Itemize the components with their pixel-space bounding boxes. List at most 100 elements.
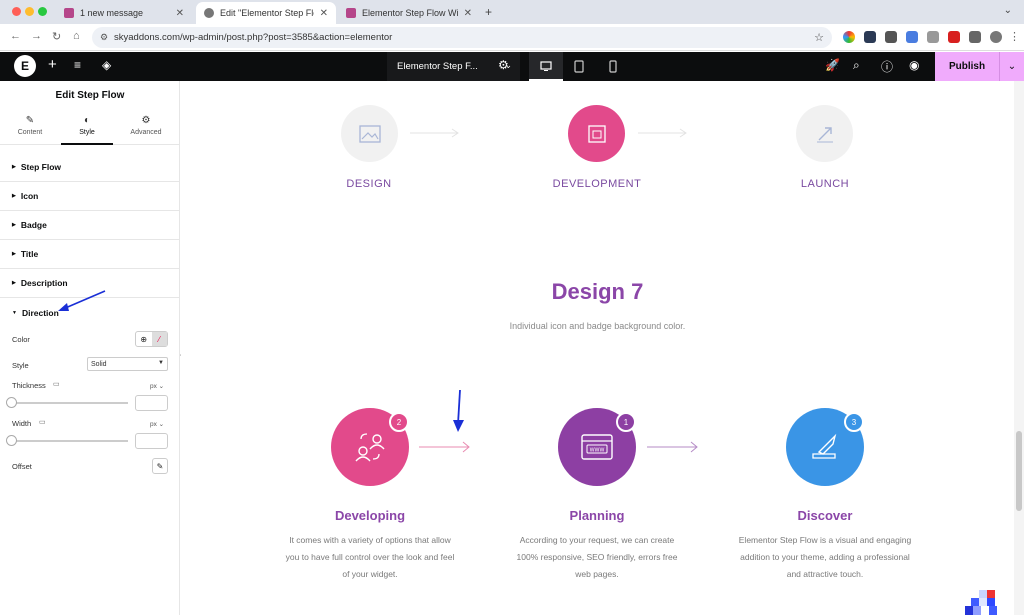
maximize-window-button[interactable] — [38, 7, 47, 16]
publish-button[interactable]: Publish — [935, 52, 999, 81]
tab-style[interactable]: ◐ Style — [60, 115, 114, 136]
help-icon[interactable]: ⓘ — [881, 58, 893, 75]
new-tab-icon[interactable]: + — [485, 5, 492, 19]
step-arrow — [647, 441, 698, 453]
global-colors-icon[interactable]: ⊕ — [136, 332, 152, 346]
tab-favicon-icon — [346, 8, 356, 18]
contrast-icon: ◐ — [83, 115, 91, 126]
search-icon[interactable]: ⌕ — [853, 58, 860, 73]
extension-color-icon[interactable] — [843, 31, 855, 43]
minimize-window-button[interactable] — [25, 7, 34, 16]
pencil-icon: ✎ — [25, 115, 35, 126]
design7-title: Design 7 — [551, 279, 644, 304]
reload-icon[interactable]: ↻ — [52, 30, 61, 43]
tab-label: 1 new message — [80, 8, 144, 18]
responsive-desktop-icon[interactable]: ▭ — [53, 380, 60, 388]
active-tab-indicator — [61, 143, 113, 145]
extension-translate-icon[interactable] — [906, 31, 918, 43]
publish-options-chevron-icon[interactable]: ⌄ — [999, 52, 1024, 81]
browser-toolbar: ← → ↻ ⌂ ⚙ skyaddons.com/wp-admin/post.ph… — [0, 24, 1024, 51]
development-step-circle[interactable] — [568, 105, 625, 162]
browser-menu-icon[interactable]: ⋮ — [1009, 30, 1020, 43]
extension-image-icon[interactable] — [927, 31, 939, 43]
section-badge[interactable]: ▶ Badge — [0, 211, 180, 240]
thickness-label: Thickness — [12, 381, 46, 390]
site-settings-icon[interactable]: ≡ — [74, 58, 81, 72]
width-slider-handle[interactable] — [6, 435, 17, 446]
direction-color-picker[interactable]: ⊕ ⁄ — [135, 331, 168, 347]
launch-step-circle[interactable] — [796, 105, 853, 162]
annotation-arrow-step — [453, 389, 464, 432]
address-bar[interactable]: ⚙ skyaddons.com/wp-admin/post.php?post=3… — [92, 27, 832, 48]
caret-right-icon: ▶ — [12, 222, 16, 228]
width-input[interactable] — [135, 433, 168, 449]
preview-eye-icon[interactable]: ◉ — [909, 58, 919, 72]
tablet-view-button[interactable] — [562, 52, 596, 81]
bookmark-star-icon[interactable]: ☆ — [814, 31, 824, 44]
width-slider[interactable] — [12, 440, 128, 442]
close-tab-icon[interactable]: ✕ — [464, 8, 472, 19]
structure-layers-icon[interactable]: ◈ — [102, 58, 111, 72]
thickness-slider-handle[interactable] — [6, 397, 17, 408]
canvas-scrollbar[interactable] — [1014, 81, 1024, 615]
tab-advanced[interactable]: ⚙ Advanced — [119, 115, 173, 136]
mobile-icon — [609, 60, 617, 73]
extension-red-icon[interactable] — [948, 31, 960, 43]
annotation-arrow-direction — [58, 290, 106, 311]
thickness-input[interactable] — [135, 395, 168, 411]
no-color-swatch-icon[interactable]: ⁄ — [151, 332, 167, 346]
site-info-icon[interactable]: ⚙ — [100, 32, 108, 43]
svg-text:WWW: WWW — [590, 448, 605, 454]
section-title[interactable]: ▶ Title — [0, 240, 180, 269]
thickness-slider[interactable] — [12, 402, 128, 404]
rocket-icon — [816, 126, 833, 142]
width-unit-select[interactable]: px ⌄ — [150, 420, 164, 428]
section-label: Icon — [20, 191, 39, 201]
close-tab-icon[interactable]: ✕ — [176, 8, 184, 19]
editor-panel: Edit Step Flow ✎ Content ◐ Style ⚙ Advan… — [0, 81, 180, 615]
offset-edit-pencil-icon[interactable]: ✎ — [152, 458, 168, 474]
home-icon[interactable]: ⌂ — [73, 30, 80, 42]
section-icon[interactable]: ▶ Icon — [0, 182, 180, 211]
step-arrow — [410, 128, 459, 138]
desktop-view-button[interactable] — [529, 52, 563, 81]
image-icon — [358, 124, 381, 143]
launch-rocket-icon[interactable]: 🚀 — [825, 58, 840, 72]
design-step-circle[interactable] — [341, 105, 398, 162]
step-title-developing: Developing — [334, 508, 406, 523]
step-arrow — [419, 441, 470, 453]
scrollbar-thumb[interactable] — [1016, 431, 1022, 511]
forward-icon[interactable]: → — [31, 30, 42, 42]
desc-line: of your widget. — [342, 569, 398, 579]
browser-tab-widget[interactable]: Elementor Step Flow Widget ✕ — [338, 2, 480, 24]
extension-shield-icon[interactable] — [864, 31, 876, 43]
elementor-logo-icon[interactable]: E — [14, 55, 36, 77]
close-window-button[interactable] — [12, 7, 21, 16]
browser-tab-bar: 1 new message ✕ Edit "Elementor Step Flo… — [0, 0, 1024, 24]
page-settings-gear-icon[interactable]: ⚙ — [498, 58, 509, 72]
mobile-view-button[interactable] — [596, 52, 630, 81]
section-label: Description — [20, 278, 68, 288]
profile-avatar[interactable] — [990, 31, 1002, 43]
thickness-unit-select[interactable]: px ⌄ — [150, 382, 164, 390]
step-label-development: DEVELOPMENT — [552, 178, 642, 190]
direction-style-select[interactable]: Solid ▼ — [87, 357, 168, 371]
section-label: Step Flow — [20, 162, 61, 172]
back-icon[interactable]: ← — [10, 30, 21, 42]
elementor-top-bar: E + ≡ ◈ Elementor Step F... ⌄ ⚙ 🚀 ⌕ ⓘ ◉ … — [0, 52, 1024, 81]
browser-tab-editor[interactable]: Edit "Elementor Step Flow W ✕ — [196, 2, 336, 24]
pixel-logo-icon — [965, 590, 997, 615]
desc-line: addition to your theme, adding a profess… — [740, 552, 910, 562]
close-tab-icon[interactable]: ✕ — [320, 8, 328, 19]
section-step-flow[interactable]: ▶ Step Flow — [0, 153, 180, 182]
extensions-puzzle-icon[interactable] — [969, 31, 981, 43]
responsive-desktop-icon[interactable]: ▭ — [39, 418, 46, 426]
desc-line: you to have full control over the look a… — [285, 552, 455, 562]
extension-download-icon[interactable] — [885, 31, 897, 43]
browser-tab-messages[interactable]: 1 new message ✕ — [56, 2, 192, 24]
url-text: skyaddons.com/wp-admin/post.php?post=358… — [114, 32, 393, 43]
tab-list-chevron-icon[interactable]: ⌄ — [1004, 5, 1012, 16]
add-element-icon[interactable]: + — [48, 56, 57, 73]
step-desc-developing: It comes with a variety of options that … — [275, 532, 465, 583]
tab-content[interactable]: ✎ Content — [3, 115, 57, 136]
